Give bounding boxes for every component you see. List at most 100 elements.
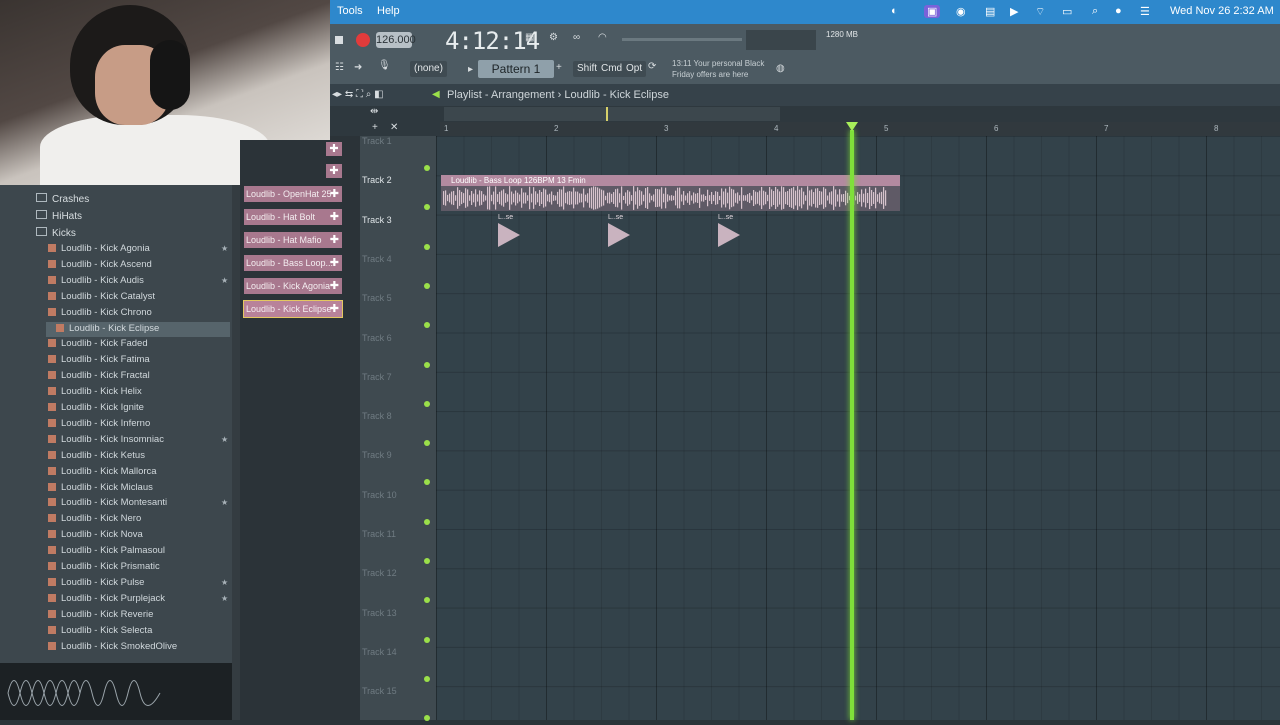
play-icon[interactable]: ▶ xyxy=(1010,5,1018,18)
track-label[interactable]: Track 2 xyxy=(362,175,392,185)
web-icon[interactable]: ◍ xyxy=(776,63,785,74)
browser-item[interactable]: Loudlib - Kick Insomniac xyxy=(48,434,164,445)
picker-add-icon[interactable]: ✚ xyxy=(330,232,339,248)
status-icon-3[interactable]: ◉ xyxy=(956,5,966,18)
track-mute-led[interactable] xyxy=(424,558,430,564)
track-mute-led[interactable] xyxy=(424,479,430,486)
browser-item[interactable]: Loudlib - Kick Ascend xyxy=(48,259,152,270)
browser-item[interactable]: Loudlib - Kick Purplejack xyxy=(48,593,165,604)
picker-item[interactable]: Loudlib - Bass Loop... ✚ xyxy=(244,255,342,271)
track-mute-led[interactable] xyxy=(424,715,430,722)
browser-item[interactable]: Loudlib - Kick Miclaus xyxy=(48,482,153,493)
stop-button[interactable] xyxy=(335,36,343,44)
picker-item[interactable]: Loudlib - Kick Agonia ✚ xyxy=(244,278,342,294)
search-icon[interactable]: ⌕ xyxy=(1092,5,1098,18)
news-icon[interactable]: ⟳ xyxy=(648,61,656,72)
favorite-star-icon[interactable]: ★ xyxy=(221,594,228,603)
browser-item[interactable]: Loudlib - Kick Nova xyxy=(48,529,143,540)
browser-item[interactable]: Loudlib - Kick Eclipse xyxy=(56,323,159,334)
picker-item[interactable]: Loudlib - Hat Bolt ✚ xyxy=(244,209,342,225)
browser-item[interactable]: Loudlib - Kick Mallorca xyxy=(48,466,157,477)
browser-item[interactable]: Loudlib - Kick Faded xyxy=(48,338,148,349)
picker-add-icon[interactable]: ✚ xyxy=(330,186,339,202)
browser-item[interactable]: Loudlib - Kick Nero xyxy=(48,513,141,524)
horizontal-scroller[interactable] xyxy=(444,107,780,121)
kick-clip[interactable]: L..se xyxy=(608,214,638,254)
browser-item[interactable]: Loudlib - Kick SmokedOlive xyxy=(48,641,177,652)
step-icon[interactable]: ⚙ xyxy=(549,32,558,43)
browser-item[interactable]: Loudlib - Kick Pulse xyxy=(48,577,144,588)
track-label[interactable]: Track 15 xyxy=(362,686,397,696)
control-center-icon[interactable]: ☰ xyxy=(1140,5,1150,18)
menu-help[interactable]: Help xyxy=(377,5,400,17)
playlist-speaker-icon[interactable]: ◀ xyxy=(432,89,440,100)
status-icon-1[interactable]: ◐ xyxy=(891,5,898,17)
tempo-tap-icon[interactable]: ◠ xyxy=(598,32,607,43)
master-volume-slider[interactable] xyxy=(622,38,742,41)
wifi-icon[interactable]: ⌔ xyxy=(1035,5,1045,19)
battery-icon[interactable]: ▭ xyxy=(1062,5,1072,18)
browser-item[interactable]: Loudlib - Kick Ignite xyxy=(48,402,144,413)
user-icon[interactable]: ● xyxy=(1115,5,1122,17)
track-mute-led[interactable] xyxy=(424,204,430,211)
track-mute-led[interactable] xyxy=(424,400,430,407)
browser-item[interactable]: Loudlib - Kick Audis xyxy=(48,275,144,286)
browser-item[interactable]: Loudlib - Kick Reverie xyxy=(48,609,153,620)
picker-add-icon[interactable]: ✚ xyxy=(330,209,339,225)
browser-item[interactable]: Loudlib - Kick Ketus xyxy=(48,450,145,461)
playhead[interactable] xyxy=(850,130,854,720)
track-mute-led[interactable] xyxy=(424,165,430,171)
browser-item[interactable]: Loudlib - Kick Chrono xyxy=(48,307,152,318)
track-mute-led[interactable] xyxy=(424,322,430,329)
track-mute-led[interactable] xyxy=(424,597,430,604)
timeline-ruler[interactable]: 1 2 3 4 5 6 7 8 xyxy=(440,122,1280,136)
browser-item[interactable]: Loudlib - Kick Montesanti xyxy=(48,497,167,508)
playlist-grid[interactable] xyxy=(436,136,1280,720)
screen-record-icon[interactable]: ▣ xyxy=(924,5,941,18)
track-label[interactable]: Track 8 xyxy=(362,411,392,421)
status-icon-4[interactable]: ▤ xyxy=(985,5,995,18)
track-label[interactable]: Track 10 xyxy=(362,490,397,500)
favorite-star-icon[interactable]: ★ xyxy=(221,435,228,444)
picker-add-icon[interactable]: ✚ xyxy=(330,301,339,317)
folder-hihats[interactable]: HiHats xyxy=(36,210,82,222)
tempo-display[interactable]: 126.000 xyxy=(376,32,416,48)
pattern-selector[interactable]: Pattern 1 xyxy=(478,60,554,78)
picker-add-icon[interactable]: ✚ xyxy=(330,278,339,294)
browser-scrollbar[interactable] xyxy=(232,185,240,720)
favorite-star-icon[interactable]: ★ xyxy=(221,578,228,587)
kick-clip[interactable]: L..se xyxy=(498,214,528,254)
browser-item[interactable]: Loudlib - Kick Agonia xyxy=(48,243,150,254)
picker-item[interactable]: Loudlib - OpenHat 25 ✚ xyxy=(244,186,342,202)
picker-add-icon[interactable]: ✚ xyxy=(330,255,339,271)
browser-item[interactable]: Loudlib - Kick Helix xyxy=(48,386,142,397)
browser-item[interactable]: Loudlib - Kick Palmasoul xyxy=(48,545,165,556)
track-label[interactable]: Track 5 xyxy=(362,293,392,303)
menu-tools[interactable]: Tools xyxy=(337,5,363,17)
track-mute-led[interactable] xyxy=(424,675,430,682)
browser-item[interactable]: Loudlib - Kick Selecta xyxy=(48,625,152,636)
record-button[interactable] xyxy=(356,33,370,47)
snap-select[interactable]: (none) xyxy=(410,61,447,77)
microphone-icon[interactable]: 🎙 xyxy=(378,60,391,71)
opt-button[interactable]: Opt xyxy=(622,61,647,77)
browser-item[interactable]: Loudlib - Kick Fractal xyxy=(48,370,150,381)
news-ticker[interactable]: 13:11 Your personal Black Friday offers … xyxy=(672,58,764,80)
arrow-icon[interactable]: ➜ xyxy=(354,62,362,73)
pattern-add-icon[interactable]: + xyxy=(556,62,562,73)
picker-item[interactable]: Loudlib - Hat Mafio ✚ xyxy=(244,232,342,248)
bass-loop-clip[interactable]: Loudlib - Bass Loop 126BPM 13 Fmin xyxy=(441,175,900,211)
track-mute-led[interactable] xyxy=(424,440,430,447)
folder-kicks[interactable]: Kicks xyxy=(36,227,76,239)
track-label[interactable]: Track 3 xyxy=(362,215,392,225)
favorite-star-icon[interactable]: ★ xyxy=(221,276,228,285)
track-label[interactable]: Track 14 xyxy=(362,647,397,657)
track-mute-led[interactable] xyxy=(424,361,430,368)
picker-add-top-2[interactable]: ✚ xyxy=(326,164,342,178)
picker-add-top-1[interactable]: ✚ xyxy=(326,142,342,156)
clock[interactable]: Wed Nov 26 2:32 AM xyxy=(1170,5,1274,17)
browser-item[interactable]: Loudlib - Kick Fatima xyxy=(48,354,150,365)
track-label[interactable]: Track 9 xyxy=(362,450,392,460)
track-mute-led[interactable] xyxy=(424,518,430,525)
playhead-marker[interactable] xyxy=(846,122,858,131)
